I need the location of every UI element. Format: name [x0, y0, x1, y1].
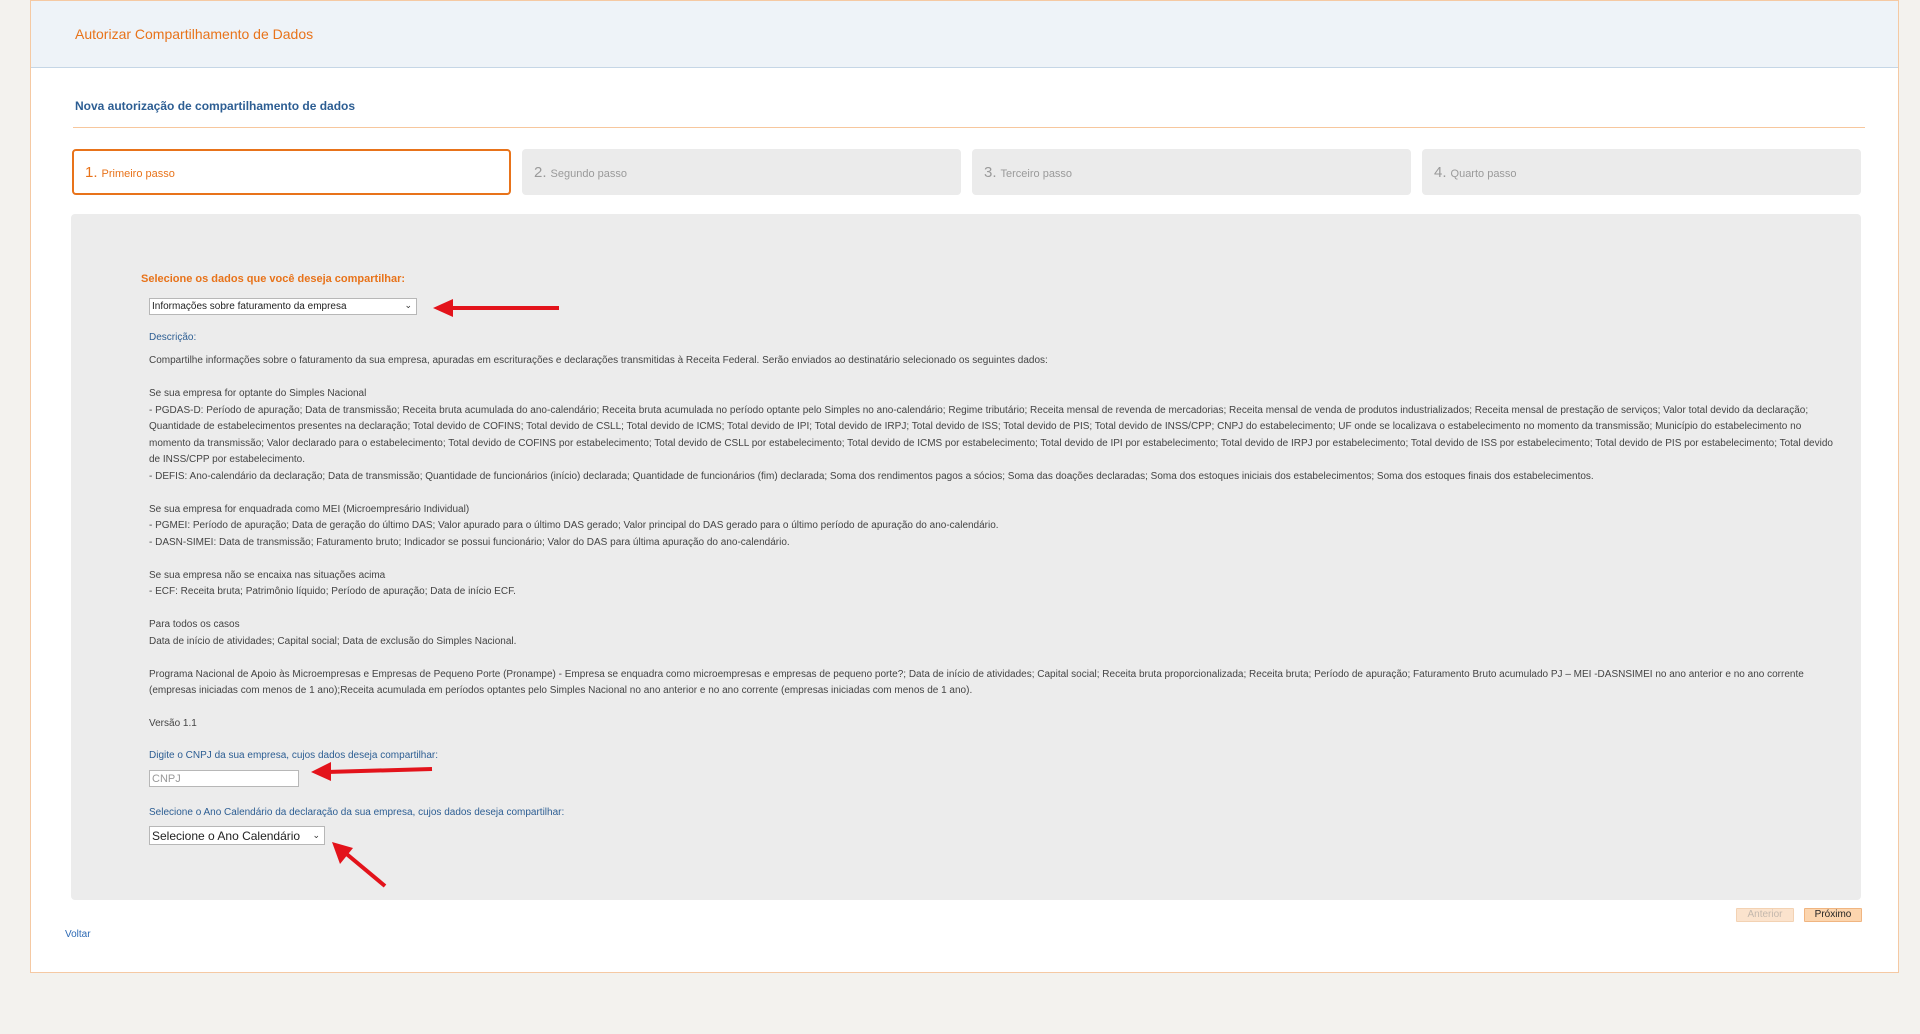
step-2-tab[interactable]: 2. Segundo passo — [522, 149, 961, 195]
back-link[interactable]: Voltar — [65, 929, 91, 940]
mei-pgmei: - PGMEI: Período de apuração; Data de ge… — [149, 520, 999, 531]
step-number: 2. — [534, 163, 547, 181]
page-title: Autorizar Compartilhamento de Dados — [75, 26, 314, 42]
other-title: Se sua empresa não se encaixa nas situaç… — [149, 569, 386, 581]
red-arrow-icon — [311, 762, 433, 781]
step-label: Terceiro passo — [1000, 168, 1073, 180]
divider — [73, 127, 1865, 128]
year-label: Selecione o Ano Calendário da declaração… — [149, 807, 565, 818]
year-select[interactable]: Selecione o Ano Calendário ⌄ — [149, 826, 325, 845]
chevron-down-icon: ⌄ — [312, 830, 320, 840]
other-ecf: - ECF: Receita bruta; Patrimônio líquido… — [149, 586, 516, 597]
all-cases-text: Data de início de atividades; Capital so… — [149, 635, 517, 647]
chevron-down-icon: ⌄ — [404, 300, 412, 310]
red-arrow-icon — [433, 299, 559, 317]
description-text: Compartilhe informações sobre o faturame… — [149, 353, 1841, 749]
description-intro: Compartilhe informações sobre o faturame… — [149, 355, 1048, 366]
simples-title: Se sua empresa for optante do Simples Na… — [149, 388, 367, 399]
version-text: Versão 1.1 — [149, 718, 197, 729]
next-button[interactable]: Próximo — [1804, 908, 1862, 922]
data-type-select[interactable]: Informações sobre faturamento da empresa… — [149, 298, 417, 315]
step-number: 3. — [984, 163, 997, 181]
step-label: Segundo passo — [550, 168, 627, 180]
all-cases-title: Para todos os casos — [149, 619, 240, 630]
data-select-label: Selecione os dados que você deseja compa… — [141, 273, 406, 285]
step-1-tab[interactable]: 1. Primeiro passo — [72, 149, 511, 195]
simples-defis: - DEFIS: Ano-calendário da declaração; D… — [149, 470, 1594, 482]
previous-button[interactable]: Anterior — [1736, 908, 1794, 922]
mei-title: Se sua empresa for enquadrada como MEI (… — [149, 503, 470, 515]
step-label: Primeiro passo — [101, 168, 175, 180]
form-panel: Selecione os dados que você deseja compa… — [71, 214, 1861, 900]
year-selected-value: Selecione o Ano Calendário — [152, 829, 301, 843]
step-number: 1. — [85, 163, 98, 181]
pronampe-text: Programa Nacional de Apoio às Microempre… — [149, 668, 1804, 697]
mei-dasn: - DASN-SIMEI: Data de transmissão; Fatur… — [149, 536, 790, 548]
red-arrow-icon — [332, 842, 387, 888]
step-4-tab[interactable]: 4. Quarto passo — [1422, 149, 1861, 195]
header-bar: Autorizar Compartilhamento de Dados — [31, 1, 1898, 68]
main-frame: Autorizar Compartilhamento de Dados Nova… — [30, 0, 1899, 973]
step-3-tab[interactable]: 3. Terceiro passo — [972, 149, 1411, 195]
step-label: Quarto passo — [1450, 168, 1517, 180]
description-label: Descrição: — [149, 332, 197, 343]
cnpj-input[interactable] — [149, 770, 299, 787]
section-subtitle: Nova autorização de compartilhamento de … — [75, 99, 356, 113]
simples-pgdas: - PGDAS-D: Período de apuração; Data de … — [149, 404, 1833, 466]
data-type-selected-value: Informações sobre faturamento da empresa — [152, 301, 347, 312]
step-number: 4. — [1434, 163, 1447, 181]
